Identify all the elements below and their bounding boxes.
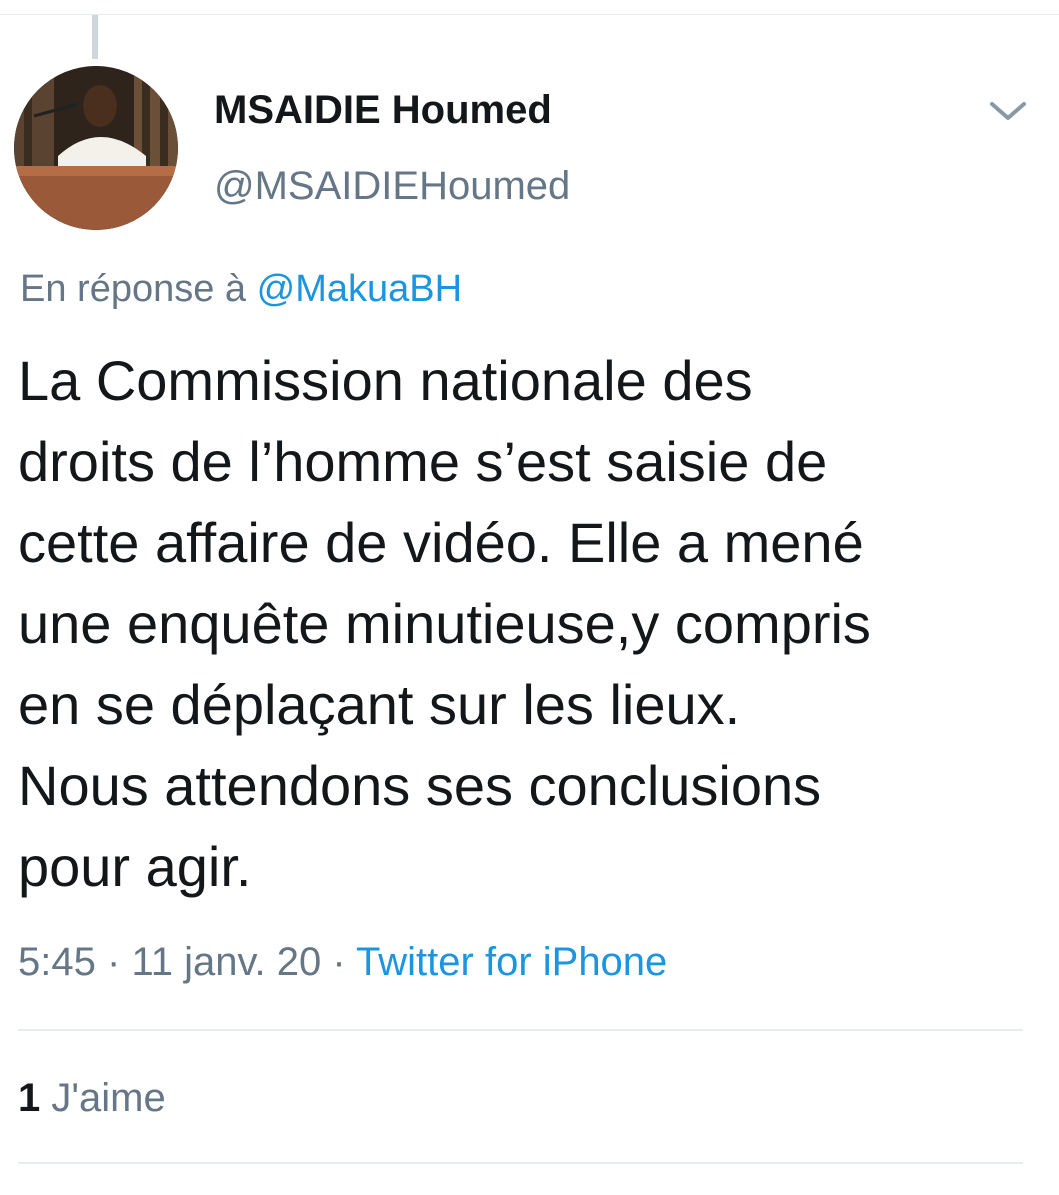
tweet-metadata: 5:45 · 11 janv. 20 · Twitter for iPhone — [18, 940, 667, 985]
likes-count: 1 — [18, 1076, 41, 1120]
reply-mention-link[interactable]: @MakuaBH — [257, 268, 462, 310]
author-display-name[interactable]: MSAIDIE Houmed — [214, 88, 552, 133]
reply-context: En réponse à @MakuaBH — [20, 268, 462, 311]
tweet-source-link[interactable]: Twitter for iPhone — [356, 940, 667, 984]
likes-link[interactable]: 1 J'aime — [18, 1076, 166, 1121]
meta-separator: · — [332, 940, 346, 984]
author-handle[interactable]: @MSAIDIEHoumed — [214, 164, 570, 209]
divider — [18, 1162, 1023, 1164]
thread-connector-line — [92, 15, 98, 59]
top-divider — [0, 14, 1059, 15]
tweet-text: La Commission nationale des droits de l’… — [18, 349, 871, 898]
tweet-date: 11 janv. 20 — [131, 940, 322, 984]
tweet-time: 5:45 — [18, 940, 96, 984]
likes-label: J'aime — [51, 1076, 166, 1120]
avatar[interactable] — [14, 66, 178, 230]
tweet-options-button[interactable] — [986, 96, 1030, 126]
chevron-down-icon — [990, 102, 1026, 120]
profile-photo-icon — [14, 66, 178, 230]
reply-prefix: En réponse à — [20, 268, 247, 310]
divider — [18, 1029, 1023, 1031]
meta-separator: · — [106, 940, 121, 984]
